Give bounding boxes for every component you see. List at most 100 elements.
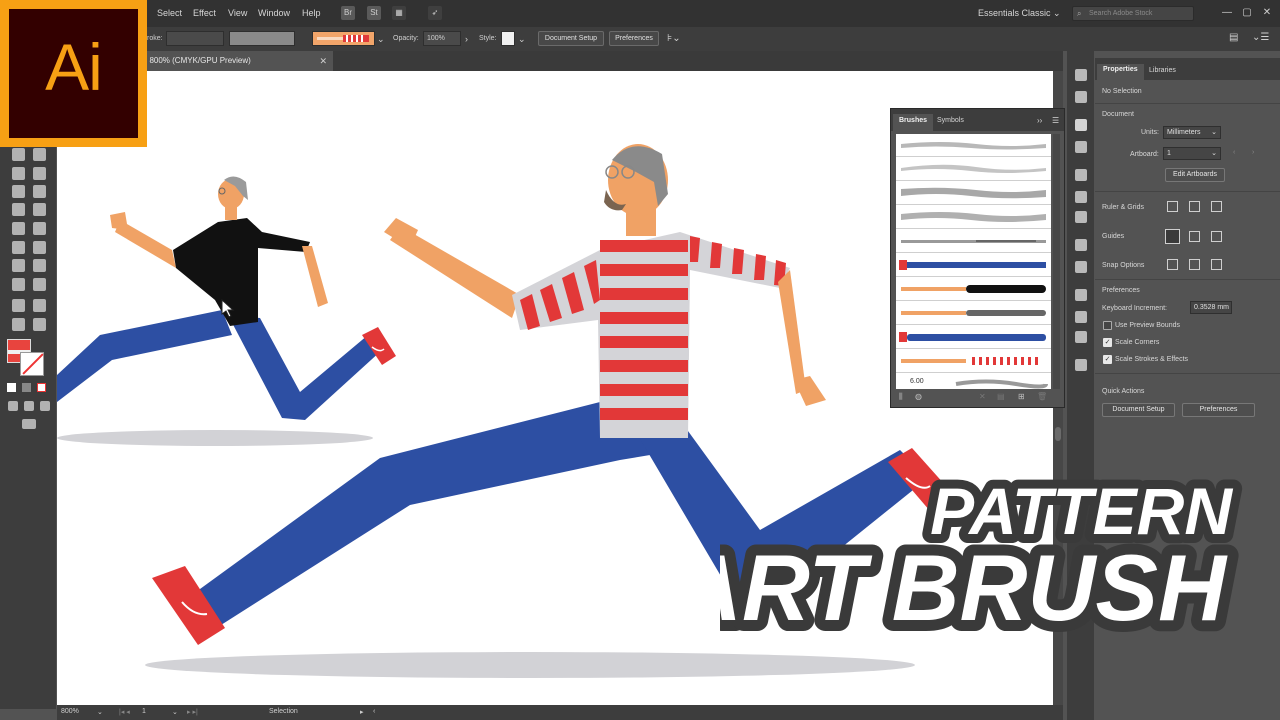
graphic-styles-icon[interactable] — [1075, 261, 1087, 273]
maximize-icon[interactable]: ▢ — [1240, 6, 1254, 20]
show-guides-icon[interactable] — [1165, 229, 1180, 244]
snap-to-point-icon[interactable] — [1167, 259, 1178, 270]
chevron-down-icon[interactable]: ⌄ — [377, 34, 385, 45]
color-mode-icon[interactable] — [7, 383, 16, 392]
eraser-tool-icon[interactable] — [33, 167, 46, 180]
tab-properties[interactable]: Properties — [1097, 64, 1144, 80]
tab-symbols[interactable]: Symbols — [931, 114, 970, 131]
delete-brush-icon[interactable]: 🗑 — [1037, 392, 1047, 401]
zoom-dropdown-icon[interactable]: ⌄ — [97, 708, 103, 716]
artboard-nav-icon[interactable]: |◂ ◂ — [119, 708, 130, 716]
screen-mode-icon[interactable] — [22, 419, 36, 429]
brushes-panel-icon[interactable] — [1075, 119, 1087, 131]
libraries-panel-icon[interactable]: ◍ — [915, 392, 922, 401]
panel-menu-icon[interactable]: ⌄☰ — [1252, 32, 1269, 43]
new-brush-icon[interactable]: ⊞ — [1018, 392, 1025, 401]
artboard-tool-icon[interactable] — [12, 299, 25, 312]
brush-libraries-icon[interactable]: ⫼ — [899, 392, 903, 402]
none-mode-icon[interactable] — [37, 383, 46, 392]
appearance-panel-icon[interactable] — [1075, 239, 1087, 251]
tab-brushes[interactable]: Brushes — [893, 114, 934, 131]
brush-options-icon[interactable]: ▤ — [997, 392, 1005, 401]
brush-definition[interactable] — [312, 31, 375, 46]
transparency-panel-icon[interactable] — [1075, 211, 1087, 223]
brush-item[interactable] — [896, 254, 1051, 277]
prev-artboard-icon[interactable]: ‹ — [1233, 149, 1235, 156]
draw-behind-icon[interactable] — [24, 401, 34, 411]
brush-item[interactable] — [896, 278, 1051, 301]
brush-item[interactable] — [896, 326, 1051, 349]
minimize-icon[interactable]: — — [1220, 6, 1234, 20]
next-artboard-icon[interactable]: › — [1252, 149, 1254, 156]
warp-tool-icon[interactable] — [12, 203, 25, 216]
gpu-performance-icon[interactable]: ➶ — [428, 6, 442, 20]
units-select[interactable]: Millimeters ⌄ — [1163, 126, 1221, 139]
eyedropper-tool-icon[interactable] — [12, 259, 25, 272]
panel-menu-icon[interactable]: ☰ — [1046, 114, 1065, 131]
perspective-grid-tool-icon[interactable] — [33, 222, 46, 235]
keyboard-increment-field[interactable]: 0.3528 mm — [1190, 301, 1232, 314]
layers-panel-icon[interactable] — [1075, 289, 1087, 301]
brush-item[interactable] — [896, 158, 1051, 181]
stroke-swatch[interactable] — [20, 352, 44, 376]
brush-item[interactable] — [896, 302, 1051, 325]
shape-builder-tool-icon[interactable] — [12, 222, 25, 235]
brush-item[interactable]: 6.00 — [896, 374, 1051, 389]
color-panel-icon[interactable] — [1075, 69, 1087, 81]
artboard-dropdown-icon[interactable]: ⌄ — [172, 708, 178, 716]
pencil-tool-icon[interactable] — [12, 167, 25, 180]
symbol-sprayer-tool-icon[interactable] — [12, 278, 25, 291]
brush-item[interactable] — [896, 350, 1051, 373]
remove-stroke-icon[interactable]: ✕ — [979, 392, 986, 401]
navigator-panel-icon[interactable] — [1075, 359, 1087, 371]
slice-tool-icon[interactable] — [33, 299, 46, 312]
document-setup-button[interactable]: Document Setup — [538, 31, 604, 46]
variable-width-profile[interactable] — [229, 31, 295, 46]
stroke-panel-icon[interactable] — [1075, 169, 1087, 181]
scale-strokes-checkbox[interactable]: ✓ — [1103, 355, 1112, 364]
bridge-icon[interactable]: Br — [341, 6, 355, 20]
zoom-tool-icon[interactable] — [33, 318, 46, 331]
preferences-button[interactable]: Preferences — [1182, 403, 1255, 417]
gradient-panel-icon[interactable] — [1075, 191, 1087, 203]
artboard-next-icon[interactable]: ▸ ▸| — [187, 708, 198, 716]
brush-list-scrollbar[interactable] — [1053, 134, 1060, 389]
grid-icon[interactable] — [1189, 201, 1200, 212]
draw-inside-icon[interactable] — [40, 401, 50, 411]
scale-tool-icon[interactable] — [33, 185, 46, 198]
asset-export-icon[interactable] — [1075, 311, 1087, 323]
document-setup-button[interactable]: Document Setup — [1102, 403, 1175, 417]
artboard-select[interactable]: 1 ⌄ — [1163, 147, 1221, 160]
lock-guides-icon[interactable] — [1189, 231, 1200, 242]
brush-item[interactable] — [896, 182, 1051, 205]
menu-window[interactable]: Window — [258, 8, 290, 18]
stroke-weight-field[interactable] — [166, 31, 224, 46]
chevron-down-icon[interactable]: ⌄ — [518, 34, 526, 45]
stock-icon[interactable]: St — [367, 6, 381, 20]
panel-settings-icon[interactable]: ▤ — [1229, 32, 1238, 43]
menu-effect[interactable]: Effect — [193, 8, 216, 18]
graphic-style-swatch[interactable] — [501, 31, 515, 46]
rotate-tool-icon[interactable] — [12, 185, 25, 198]
scale-corners-checkbox[interactable]: ✓ — [1103, 338, 1112, 347]
gradient-tool-icon[interactable] — [33, 241, 46, 254]
arrange-icon[interactable]: ▦ — [392, 6, 406, 20]
snap-to-glyph-icon[interactable] — [1211, 259, 1222, 270]
brush-list[interactable]: 6.00 — [896, 134, 1051, 389]
menu-select[interactable]: Select — [157, 8, 182, 18]
status-menu-icon[interactable]: ▸ — [360, 708, 364, 716]
zoom-level[interactable]: 800% — [61, 708, 79, 715]
free-transform-tool-icon[interactable] — [33, 203, 46, 216]
symbols-panel-icon[interactable] — [1075, 141, 1087, 153]
chevron-right-icon[interactable]: › — [465, 34, 468, 44]
transparency-grid-icon[interactable] — [1211, 201, 1222, 212]
workspace-switcher[interactable]: Essentials Classic ⌄ — [978, 8, 1061, 19]
scroll-left-icon[interactable]: ‹ — [373, 708, 375, 715]
smart-guides-icon[interactable] — [1211, 231, 1222, 242]
hand-tool-icon[interactable] — [12, 318, 25, 331]
close-tab-icon[interactable]: ✕ — [319, 51, 327, 71]
rectangle-tool-icon[interactable] — [12, 148, 25, 161]
snap-to-pixel-icon[interactable] — [1189, 259, 1200, 270]
close-icon[interactable]: ✕ — [1260, 6, 1274, 20]
align-icon[interactable]: ⊧⌄ — [667, 33, 681, 44]
